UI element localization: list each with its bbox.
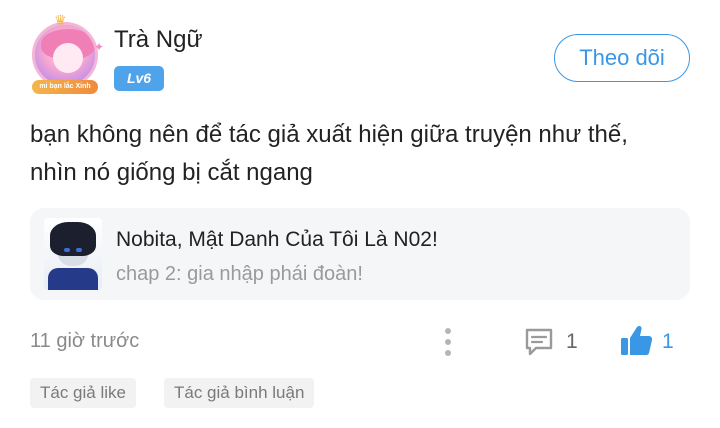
like-count: 1 xyxy=(662,330,674,353)
timestamp: 11 giờ trước xyxy=(30,330,140,352)
referenced-story-card[interactable]: Nobita, Mật Danh Của Tôi Là N02! chap 2:… xyxy=(30,208,690,300)
thumbnail-coat xyxy=(48,268,98,290)
comment-line-2: nhìn nó giống bị cắt ngang xyxy=(30,159,313,186)
comment-bubble-icon[interactable] xyxy=(522,325,556,359)
thumbnail-eye xyxy=(64,248,70,252)
story-thumbnail xyxy=(44,218,102,290)
avatar-face xyxy=(53,43,83,73)
story-title: Nobita, Mật Danh Của Tôi Là N02! xyxy=(116,228,438,251)
follow-button[interactable]: Theo dõi xyxy=(554,34,690,82)
avatar-image xyxy=(32,22,98,88)
crown-icon: ♛ xyxy=(54,12,67,28)
comment-body: bạn không nên để tác giả xuất hiện giữa … xyxy=(30,116,690,192)
tag-author-like: Tác giả like xyxy=(30,378,136,408)
vertical-dots-icon[interactable] xyxy=(438,326,458,358)
thumbnail-hair xyxy=(50,222,96,256)
level-badge: Lv6 xyxy=(114,66,164,91)
thumbs-up-icon[interactable] xyxy=(618,323,654,359)
sparkle-icon: ✦ xyxy=(93,40,104,54)
user-avatar[interactable]: ♛ ✦ mi bạn lắc Xinh xyxy=(28,12,104,96)
chapter-label: chap 2: gia nhập phái đoàn! xyxy=(116,263,363,285)
avatar-frame-badge: mi bạn lắc Xinh xyxy=(32,80,98,94)
comment-count: 1 xyxy=(566,330,578,353)
comment-line-1: bạn không nên để tác giả xuất hiện giữa … xyxy=(30,121,628,148)
username[interactable]: Trà Ngữ xyxy=(114,26,203,54)
thumbnail-eye xyxy=(76,248,82,252)
tag-author-comment: Tác giả bình luận xyxy=(164,378,315,408)
